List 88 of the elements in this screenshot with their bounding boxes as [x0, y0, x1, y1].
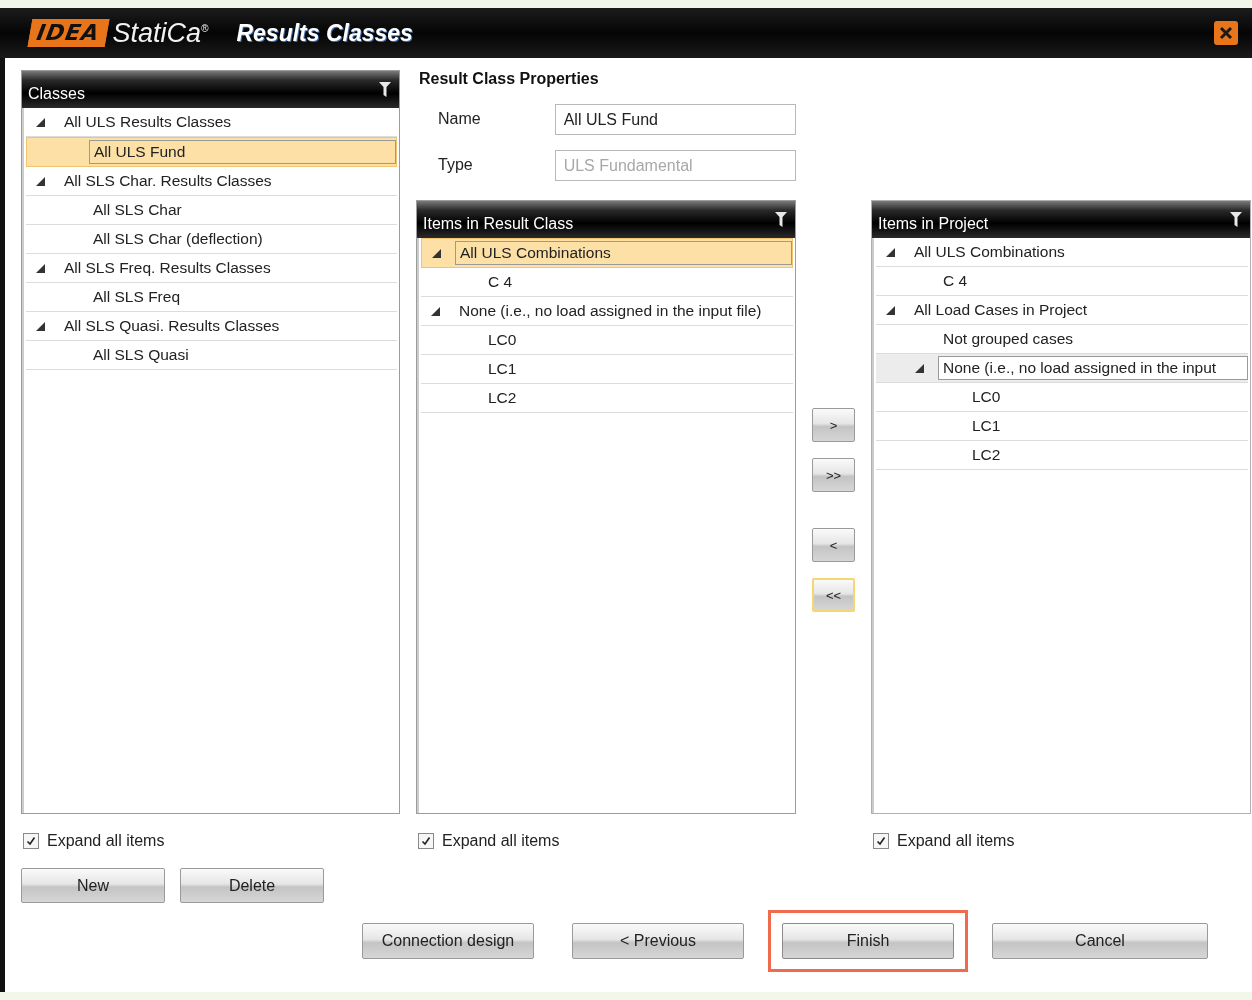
checkmark-icon [26, 836, 36, 846]
expanded-triangle-icon[interactable] [431, 306, 440, 316]
tree-item-label: LC2 [971, 445, 1002, 465]
move-button[interactable]: >> [812, 458, 855, 492]
tree-row[interactable]: LC1 [421, 355, 793, 384]
tree-item-label: All SLS Quasi. Results Classes [63, 316, 281, 336]
expanded-triangle-icon[interactable] [886, 305, 895, 315]
checkbox[interactable] [873, 833, 889, 849]
tree-row[interactable]: All SLS Freq [26, 283, 397, 312]
tree-item-label: C 4 [942, 271, 969, 291]
window-title: Results Classes [236, 19, 413, 47]
expanded-triangle-icon[interactable] [915, 363, 924, 373]
close-icon [1219, 26, 1233, 40]
tree-item-label: All SLS Quasi [92, 345, 190, 365]
expanded-triangle-icon[interactable] [36, 321, 45, 331]
tree-row[interactable]: LC0 [421, 326, 793, 355]
tree-item-label: All SLS Freq [92, 287, 181, 307]
tree-item-label: All SLS Freq. Results Classes [63, 258, 272, 278]
panel-title: Items in Result Class [423, 215, 575, 233]
checkbox-label: Expand all items [897, 832, 1015, 850]
tree-item-label: All ULS Combinations [455, 241, 792, 265]
tree-row[interactable]: C 4 [421, 268, 793, 297]
expanded-triangle-icon[interactable] [36, 117, 45, 127]
tree-item-label: All ULS Combinations [913, 242, 1066, 262]
tree-item-label: All ULS Fund [89, 140, 396, 164]
tree-row[interactable]: LC2 [421, 384, 793, 413]
button[interactable]: Delete [180, 868, 324, 903]
filter-icon[interactable] [775, 212, 787, 227]
button[interactable]: Connection design [362, 923, 534, 959]
tree-row[interactable]: All ULS Combinations [876, 238, 1248, 267]
checkmark-icon [421, 836, 431, 846]
tree-item-label: LC0 [971, 387, 1002, 407]
checkbox-label: Expand all items [47, 832, 165, 850]
tree-item-label: All SLS Char (deflection) [92, 229, 264, 249]
field-label: Name [437, 110, 482, 128]
expanded-triangle-icon[interactable] [36, 263, 45, 273]
tree-item-label: LC2 [487, 388, 518, 408]
tree-item-label: LC1 [971, 416, 1002, 436]
tree-row[interactable]: None (i.e., no load assigned in the input [876, 354, 1248, 383]
tree-row[interactable]: All SLS Char. Results Classes [26, 167, 397, 196]
filter-icon[interactable] [1230, 212, 1242, 227]
tree-item-label: All SLS Char [92, 200, 183, 220]
close-button[interactable] [1214, 21, 1238, 45]
panel-title: Classes [28, 85, 86, 103]
tree-row[interactable]: All Load Cases in Project [876, 296, 1248, 325]
tree-row[interactable]: All ULS Combinations [421, 238, 793, 268]
tree-item-label: C 4 [487, 272, 514, 292]
move-button[interactable]: > [812, 408, 855, 442]
tree-row[interactable]: LC1 [876, 412, 1248, 441]
button[interactable]: < Previous [572, 923, 744, 959]
checkmark-icon [876, 836, 886, 846]
checkbox[interactable] [418, 833, 434, 849]
tree-item-label: None (i.e., no load assigned in the input file) [458, 301, 763, 321]
checkbox[interactable] [23, 833, 39, 849]
checkbox-label: Expand all items [442, 832, 560, 850]
tree-row[interactable]: All SLS Quasi [26, 341, 397, 370]
tree-row[interactable]: LC2 [876, 441, 1248, 470]
tree-row[interactable]: All SLS Char [26, 196, 397, 225]
tree-item-label: LC1 [487, 359, 518, 379]
input-field: ULS Fundamental [554, 149, 796, 181]
logo: IDEA [27, 19, 109, 47]
tree-item-label: All ULS Results Classes [63, 112, 233, 132]
tree-row[interactable]: All ULS Fund [26, 137, 397, 167]
button[interactable]: Cancel [992, 923, 1208, 959]
button[interactable]: Finish [782, 923, 954, 959]
section-title: Result Class Properties [419, 70, 600, 88]
move-button[interactable]: << [812, 578, 855, 612]
expanded-triangle-icon[interactable] [886, 247, 895, 257]
panel-title: Items in Project [878, 215, 990, 233]
tree-item-label: LC0 [487, 330, 518, 350]
expanded-triangle-icon[interactable] [432, 248, 441, 258]
tree-row[interactable]: C 4 [876, 267, 1248, 296]
input-field[interactable]: All ULS Fund [554, 103, 796, 135]
tree-row[interactable]: LC0 [876, 383, 1248, 412]
button[interactable]: New [21, 868, 165, 903]
tree-item-label: Not grouped cases [942, 329, 1075, 349]
tree-item-label: All Load Cases in Project [913, 300, 1089, 320]
tree-row[interactable]: All SLS Freq. Results Classes [26, 254, 397, 283]
tree-item-label: All SLS Char. Results Classes [63, 171, 273, 191]
filter-icon[interactable] [379, 82, 391, 97]
tree-row[interactable]: All SLS Char (deflection) [26, 225, 397, 254]
tree-row[interactable]: None (i.e., no load assigned in the input file) [421, 297, 793, 326]
field-label: Type [437, 156, 474, 174]
brand-name: StatiCa$^{®}$ [112, 17, 209, 49]
tree-item-label: None (i.e., no load assigned in the input [938, 356, 1248, 380]
expanded-triangle-icon[interactable] [36, 176, 45, 186]
tree-row[interactable]: All SLS Quasi. Results Classes [26, 312, 397, 341]
move-button[interactable]: < [812, 528, 855, 562]
